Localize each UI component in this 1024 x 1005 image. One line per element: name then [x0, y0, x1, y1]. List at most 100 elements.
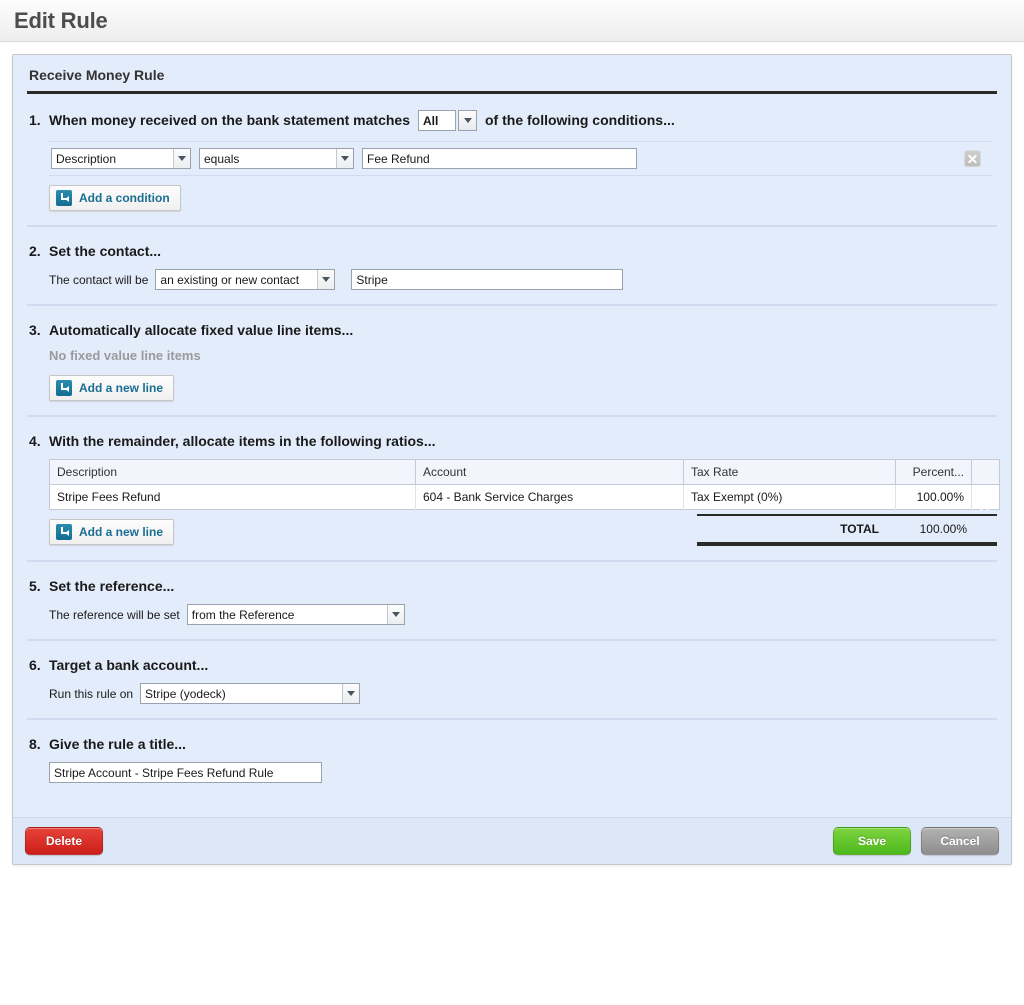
total-value: 100.00% — [919, 522, 967, 536]
section-4-number: 4. — [29, 433, 41, 449]
section-fixed-value-lines: 3. Automatically allocate fixed value li… — [27, 304, 997, 415]
col-header-description: Description — [49, 459, 416, 485]
cell-actions — [971, 484, 1000, 510]
enter-arrow-icon — [56, 380, 72, 396]
bank-account-value: Stripe (yodeck) — [145, 686, 226, 701]
ratios-table-footer: Add a new line TOTAL 100.00% — [49, 510, 997, 546]
match-mode-dropdown-button[interactable] — [458, 110, 477, 131]
section-1-heading: 1. When money received on the bank state… — [29, 110, 997, 131]
condition-field-dropdown-button[interactable] — [173, 149, 190, 168]
bank-account-dropdown-button[interactable] — [342, 684, 360, 703]
enter-arrow-icon — [56, 190, 72, 206]
section-2-title: Set the contact... — [49, 243, 162, 259]
section-4-title: With the remainder, allocate items in th… — [49, 433, 436, 449]
match-mode-select[interactable]: All — [418, 110, 477, 131]
section-bank-account: 6. Target a bank account... Run this rul… — [27, 639, 997, 718]
chevron-down-icon — [391, 612, 400, 617]
chevron-down-icon — [347, 691, 356, 696]
cancel-button[interactable]: Cancel — [921, 827, 999, 855]
panel-wrapper: Receive Money Rule 1. When money receive… — [0, 42, 1024, 865]
cell-percent[interactable]: 100.00% — [895, 484, 972, 510]
remove-condition-icon[interactable] — [964, 150, 981, 167]
section-3-heading: 3. Automatically allocate fixed value li… — [29, 322, 997, 338]
section-6-heading: 6. Target a bank account... — [29, 657, 997, 673]
col-header-percent: Percent... — [895, 459, 972, 485]
section-3-number: 3. — [29, 322, 41, 338]
condition-row: Description equals — [49, 141, 993, 176]
section-8-heading: 8. Give the rule a title... — [29, 736, 997, 752]
contact-label: The contact will be — [49, 272, 149, 287]
section-4-body: Description Account Tax Rate Percent... … — [29, 459, 1000, 546]
col-header-actions — [971, 459, 1000, 485]
save-button[interactable]: Save — [833, 827, 911, 855]
reference-mode-select[interactable]: from the Reference — [186, 604, 405, 625]
reference-mode-value: from the Reference — [191, 607, 295, 622]
reference-mode-dropdown-button[interactable] — [386, 605, 404, 624]
add-ratio-line-button[interactable]: Add a new line — [49, 519, 175, 545]
add-ratio-line-label: Add a new line — [79, 525, 164, 539]
add-fixed-line-button[interactable]: Add a new line — [49, 375, 175, 401]
no-fixed-lines-text: No fixed value line items — [49, 348, 201, 363]
page-root: Edit Rule Receive Money Rule 1. When mon… — [0, 0, 1024, 1005]
delete-button[interactable]: Delete — [25, 827, 103, 855]
section-2-heading: 2. Set the contact... — [29, 243, 997, 259]
condition-value-input[interactable] — [362, 148, 637, 169]
add-fixed-line-label: Add a new line — [79, 381, 164, 395]
section-rule-title: 8. Give the rule a title... — [27, 718, 997, 817]
chevron-down-icon — [178, 156, 186, 161]
ratios-table-header-row: Description Account Tax Rate Percent... — [49, 459, 1000, 485]
section-1-tail: of the following conditions... — [485, 111, 675, 128]
action-bar: Delete Save Cancel — [13, 817, 1011, 864]
contact-mode-select[interactable]: an existing or new contact — [155, 269, 336, 290]
chevron-down-icon — [322, 277, 331, 282]
col-header-account: Account — [415, 459, 684, 485]
chevron-down-icon — [463, 118, 472, 123]
add-condition-button[interactable]: Add a condition — [49, 185, 181, 211]
condition-operator-value: equals — [204, 151, 240, 166]
contact-mode-dropdown-button[interactable] — [317, 270, 335, 289]
bank-account-select[interactable]: Stripe (yodeck) — [140, 683, 361, 704]
enter-arrow-icon — [56, 524, 72, 540]
page-header: Edit Rule — [0, 0, 1024, 42]
condition-operator-select[interactable]: equals — [199, 148, 354, 169]
add-condition-label: Add a condition — [79, 191, 170, 205]
page-title: Edit Rule — [14, 7, 108, 33]
section-4-heading: 4. With the remainder, allocate items in… — [29, 433, 997, 449]
condition-field-select[interactable]: Description — [51, 148, 191, 169]
section-1-number: 1. — [29, 111, 41, 128]
section-5-heading: 5. Set the reference... — [29, 578, 997, 594]
section-3-body: No fixed value line items Add a new line — [29, 348, 997, 401]
section-6-body: Run this rule on Stripe (yodeck) — [29, 683, 997, 704]
section-5-body: The reference will be set from the Refer… — [29, 604, 997, 625]
section-3-title: Automatically allocate fixed value line … — [49, 322, 354, 338]
section-5-title: Set the reference... — [49, 578, 175, 594]
rule-title-input[interactable] — [49, 762, 322, 783]
section-conditions: 1. When money received on the bank state… — [27, 94, 997, 225]
table-row[interactable]: Stripe Fees Refund 604 - Bank Service Ch… — [49, 484, 1000, 510]
section-1-title: When money received on the bank statemen… — [49, 111, 410, 128]
condition-operator-dropdown-button[interactable] — [336, 149, 353, 168]
contact-mode-value: an existing or new contact — [160, 272, 300, 287]
match-mode-value: All — [418, 110, 456, 131]
reference-label: The reference will be set — [49, 607, 180, 622]
section-5-number: 5. — [29, 578, 41, 594]
section-6-title: Target a bank account... — [49, 657, 209, 673]
cell-tax-rate[interactable]: Tax Exempt (0%) — [683, 484, 896, 510]
col-header-tax-rate: Tax Rate — [683, 459, 896, 485]
section-2-body: The contact will be an existing or new c… — [29, 269, 997, 290]
section-6-number: 6. — [29, 657, 41, 673]
panel-title: Receive Money Rule — [27, 67, 997, 94]
chevron-down-icon — [341, 156, 349, 161]
section-8-number: 8. — [29, 736, 41, 752]
section-contact: 2. Set the contact... The contact will b… — [27, 225, 997, 304]
section-1-body: Description equals Fee Refund Add a cond… — [29, 141, 997, 211]
receive-money-rule-panel: Receive Money Rule 1. When money receive… — [12, 54, 1012, 865]
section-reference: 5. Set the reference... The reference wi… — [27, 560, 997, 639]
total-label: TOTAL — [840, 522, 879, 536]
ratios-table: Description Account Tax Rate Percent... … — [49, 459, 1000, 510]
condition-field-value: Description — [56, 151, 117, 166]
section-ratios: 4. With the remainder, allocate items in… — [27, 415, 1000, 560]
contact-name-input[interactable] — [351, 269, 624, 290]
cell-description[interactable]: Stripe Fees Refund — [49, 484, 416, 510]
cell-account[interactable]: 604 - Bank Service Charges — [415, 484, 684, 510]
